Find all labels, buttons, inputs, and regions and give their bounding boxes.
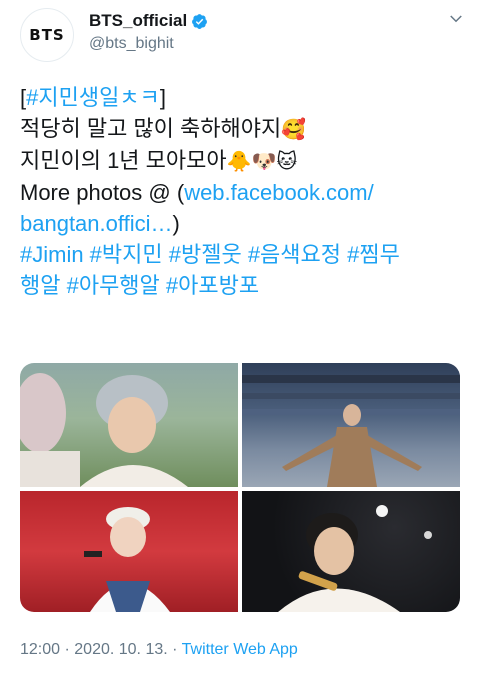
photo-3-figure — [84, 507, 170, 612]
user-handle[interactable]: @bts_bighit — [89, 35, 208, 53]
photo-1[interactable] — [20, 363, 238, 487]
tweet-text: 지민이의 1년 모아모아 — [20, 148, 227, 173]
smiling-hearts-emoji-icon: 🥰 — [281, 117, 307, 141]
tweet-metadata: 12:00 · 2020. 10. 13. · Twitter Web App — [20, 641, 298, 659]
tweet-time[interactable]: 12:00 — [20, 641, 60, 658]
photo-4-figure — [278, 505, 432, 612]
url-link[interactable]: web.facebook.com/ — [184, 180, 374, 205]
separator: · — [167, 641, 182, 658]
tweet-text: 적당히 말고 많이 축하해야지 — [20, 116, 282, 141]
tweet-source-link[interactable]: Twitter Web App — [182, 641, 298, 658]
photo-2[interactable] — [242, 363, 460, 487]
user-names[interactable]: BTS_official @bts_bighit — [89, 10, 208, 53]
tweet-text: More photos @ ( — [20, 180, 185, 205]
photo-4[interactable] — [242, 491, 460, 612]
tweet-line: [#지민생일ㅊㅋ] — [20, 82, 460, 113]
avatar[interactable]: BTS — [20, 8, 74, 62]
tweet-body: [#지민생일ㅊㅋ] 적당히 말고 많이 축하해야지🥰 지민이의 1년 모아모아🐥… — [20, 82, 460, 301]
paren-close: ) — [172, 211, 180, 236]
hashtags-line[interactable]: 행알 #아무행알 #아포방포 — [20, 270, 460, 301]
photo-3[interactable] — [20, 491, 238, 612]
photo-2-figure — [242, 375, 460, 487]
animal-emojis-icon: 🐥🐶🐱 — [226, 149, 298, 173]
tweet-header: BTS BTS_official @bts_bighit — [20, 6, 465, 62]
tweet-line: 지민이의 1년 모아모아🐥🐶🐱 — [20, 145, 460, 177]
display-name[interactable]: BTS_official — [89, 11, 187, 31]
bracket-close: ] — [159, 85, 166, 110]
avatar-logo-text: BTS — [29, 26, 65, 44]
hashtag-link[interactable]: #지민생일ㅊㅋ — [26, 85, 160, 110]
photo-1-figure — [20, 373, 188, 487]
chevron-down-icon[interactable] — [447, 10, 465, 28]
hashtags-line[interactable]: #Jimin #박지민 #방젤웃 #음색요정 #찜무 — [20, 239, 460, 270]
tweet-line: bangtan.offici…) — [20, 208, 460, 239]
separator: · — [60, 641, 75, 658]
media-grid — [20, 363, 460, 612]
tweet-line: 적당히 말고 많이 축하해야지🥰 — [20, 113, 460, 145]
tweet-date[interactable]: 2020. 10. 13. — [74, 641, 167, 658]
tweet-line: More photos @ (web.facebook.com/ — [20, 177, 460, 208]
verified-badge-icon — [192, 13, 208, 29]
url-link-continued[interactable]: bangtan.offici… — [20, 211, 172, 236]
